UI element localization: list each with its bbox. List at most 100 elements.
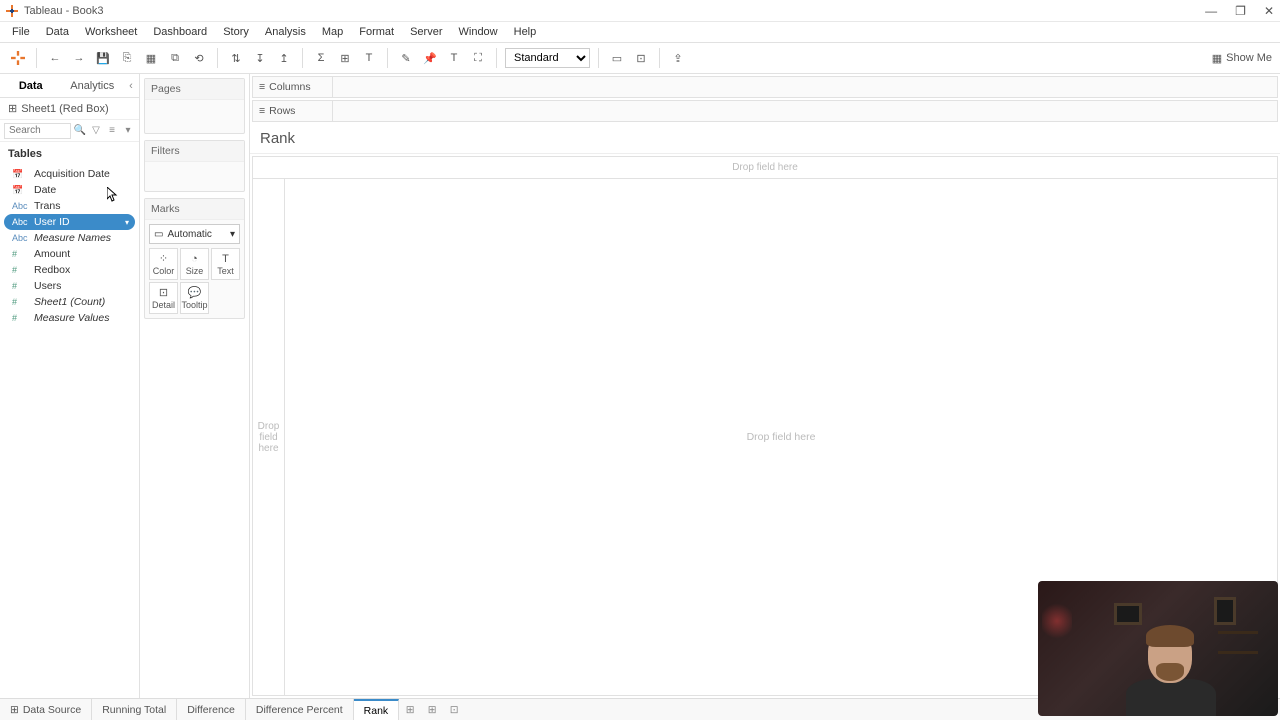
marks-type-dropdown[interactable]: ▭ Automatic ▾	[149, 224, 240, 244]
rows-drop-target[interactable]: Drop field here	[253, 179, 285, 695]
marks-detail[interactable]: ⊡Detail	[149, 282, 178, 314]
field-redbox[interactable]: #Redbox	[4, 262, 135, 278]
field-label: Sheet1 (Count)	[34, 296, 105, 308]
menu-window[interactable]: Window	[453, 24, 504, 40]
showme-icon: ▦	[1212, 52, 1222, 65]
menu-worksheet[interactable]: Worksheet	[79, 24, 143, 40]
new-worksheet-button[interactable]: ▦	[141, 48, 161, 68]
menu-data[interactable]: Data	[40, 24, 75, 40]
sheet-title[interactable]: Rank	[250, 124, 1280, 154]
presentation-button[interactable]: ▭	[607, 48, 627, 68]
size-icon: ◔	[191, 253, 198, 265]
cards-column: Pages Filters Marks ▭ Automatic ▾ ⁘Color…	[140, 74, 250, 698]
redo-button[interactable]: →	[69, 48, 89, 68]
new-worksheet-tab[interactable]: ⊞	[399, 704, 421, 716]
new-datasource-button[interactable]: ⎘	[117, 48, 137, 68]
field-label: Users	[34, 280, 61, 292]
menu-story[interactable]: Story	[217, 24, 255, 40]
menu-server[interactable]: Server	[404, 24, 448, 40]
view-icon[interactable]: ≡	[105, 125, 119, 136]
field-measure-values[interactable]: # Measure Values	[4, 310, 135, 326]
field-label: Acquisition Date	[34, 168, 110, 180]
menu-dashboard[interactable]: Dashboard	[147, 24, 213, 40]
minimize-button[interactable]: —	[1205, 4, 1217, 18]
pin-button[interactable]: 📌	[420, 48, 440, 68]
group-button[interactable]: ⊞	[335, 48, 355, 68]
field-label: Amount	[34, 248, 70, 260]
field-label: Trans	[34, 200, 60, 212]
field-user-id[interactable]: AbcUser ID	[4, 214, 135, 230]
sort-asc-button[interactable]: ↧	[250, 48, 270, 68]
field-type-icon: #	[12, 313, 28, 323]
titlebar: Tableau - Book3 — ❐ ✕	[0, 0, 1280, 22]
columns-shelf[interactable]: ≡Columns	[252, 76, 1278, 98]
filters-card[interactable]: Filters	[144, 140, 245, 192]
pages-card[interactable]: Pages	[144, 78, 245, 134]
detail-icon: ⊡	[159, 286, 168, 299]
field-type-icon: Abc	[12, 217, 28, 227]
duplicate-button[interactable]: ⧉	[165, 48, 185, 68]
datasource-tab-icon: ⊞	[10, 704, 19, 716]
new-story-tab[interactable]: ⊡	[443, 704, 465, 716]
save-button[interactable]: 💾	[93, 48, 113, 68]
datasource-item[interactable]: ⊞ Sheet1 (Red Box)	[0, 98, 139, 120]
sheet-tab-running-total[interactable]: Running Total	[92, 699, 177, 720]
field-acquisition-date[interactable]: 📅Acquisition Date	[4, 166, 135, 182]
field-type-icon: Abc	[12, 201, 28, 211]
field-users[interactable]: #Users	[4, 278, 135, 294]
rows-shelf[interactable]: ≡Rows	[252, 100, 1278, 122]
marks-text[interactable]: TText	[211, 248, 240, 280]
tooltip-icon: 💬	[188, 286, 202, 299]
highlight-button[interactable]: ✎	[396, 48, 416, 68]
field-type-icon: 📅	[12, 185, 28, 196]
field-sheet1-count-[interactable]: # Sheet1 (Count)	[4, 294, 135, 310]
field-label: Redbox	[34, 264, 70, 276]
menu-map[interactable]: Map	[316, 24, 349, 40]
fit-button[interactable]: ⛶	[468, 48, 488, 68]
clear-button[interactable]: ⟲	[189, 48, 209, 68]
marks-card: Marks ▭ Automatic ▾ ⁘Color ◔Size TText ⊡…	[144, 198, 245, 319]
swap-button[interactable]: ⇅	[226, 48, 246, 68]
totals-button[interactable]: Σ	[311, 48, 331, 68]
cards-button[interactable]: ⊡	[631, 48, 651, 68]
fit-dropdown[interactable]: Standard	[505, 48, 590, 68]
search-icon[interactable]: 🔍	[73, 125, 87, 136]
tab-analytics[interactable]: Analytics	[62, 76, 124, 96]
marks-color[interactable]: ⁘Color	[149, 248, 178, 280]
new-dashboard-tab[interactable]: ⊞	[421, 704, 443, 716]
maximize-button[interactable]: ❐	[1235, 4, 1246, 18]
tableau-logo-icon	[6, 5, 18, 17]
undo-button[interactable]: ←	[45, 48, 65, 68]
field-type-icon: #	[12, 297, 28, 307]
tableau-icon[interactable]	[8, 48, 28, 68]
filter-icon[interactable]: ▽	[89, 125, 103, 136]
field-amount[interactable]: #Amount	[4, 246, 135, 262]
datasource-icon: ⊞	[8, 102, 17, 115]
marks-tooltip[interactable]: 💬Tooltip	[180, 282, 209, 314]
menu-help[interactable]: Help	[508, 24, 543, 40]
menu-format[interactable]: Format	[353, 24, 400, 40]
automatic-icon: ▭	[154, 229, 163, 240]
close-button[interactable]: ✕	[1264, 4, 1274, 18]
columns-drop-target[interactable]: Drop field here	[253, 157, 1277, 179]
sheet-tab-difference-percent[interactable]: Difference Percent	[246, 699, 354, 720]
rows-icon: ≡	[259, 105, 265, 117]
menu-file[interactable]: File	[6, 24, 36, 40]
marks-size[interactable]: ◔Size	[180, 248, 209, 280]
collapse-pane-icon[interactable]: ‹	[123, 80, 139, 92]
datasource-tab[interactable]: ⊞ Data Source	[0, 699, 92, 720]
search-input[interactable]	[4, 123, 71, 139]
showme-button[interactable]: ▦ Show Me	[1212, 52, 1272, 65]
window-title: Tableau - Book3	[24, 5, 104, 17]
format-button[interactable]: T	[444, 48, 464, 68]
dropdown-icon[interactable]: ▾	[121, 125, 135, 136]
share-button[interactable]: ⇪	[668, 48, 688, 68]
sort-desc-button[interactable]: ↥	[274, 48, 294, 68]
field-label: Measure Values	[34, 312, 109, 324]
tab-data[interactable]: Data	[0, 76, 62, 96]
mark-label-button[interactable]: T	[359, 48, 379, 68]
sheet-tab-difference[interactable]: Difference	[177, 699, 246, 720]
menu-analysis[interactable]: Analysis	[259, 24, 312, 40]
field-measure-names[interactable]: AbcMeasure Names	[4, 230, 135, 246]
sheet-tab-rank[interactable]: Rank	[354, 699, 400, 720]
